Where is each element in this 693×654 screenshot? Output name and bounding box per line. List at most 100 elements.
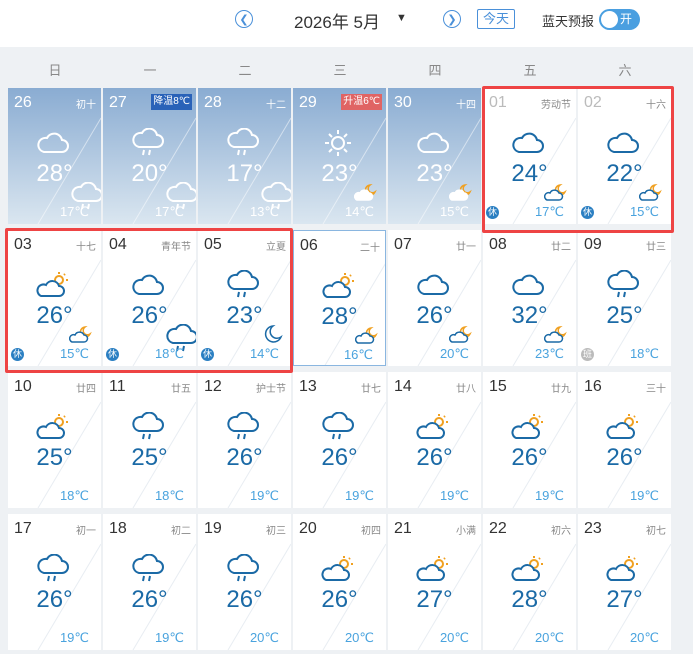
day-number: 13 bbox=[299, 378, 317, 395]
prev-month-button[interactable]: ❮ bbox=[235, 10, 253, 28]
sun-cloud-icon bbox=[321, 271, 357, 301]
day-number: 09 bbox=[584, 236, 602, 253]
lunar-date: 十七 bbox=[76, 242, 96, 253]
weekday-label: 日 bbox=[48, 63, 62, 78]
high-temperature: 26° bbox=[36, 586, 73, 613]
lunar-date: 初十 bbox=[76, 100, 96, 111]
day-number: 10 bbox=[14, 378, 32, 395]
year-month-title[interactable]: 2026年 5月 bbox=[294, 8, 380, 33]
holiday-mark: 休 bbox=[486, 206, 499, 219]
toggle-label: 开 bbox=[620, 12, 633, 26]
day-cell[interactable]: 05 立夏 23° 14℃ 休 bbox=[198, 230, 291, 366]
cloud-rain-icon bbox=[225, 411, 261, 442]
day-cell[interactable]: 11 廿五 25° 18℃ bbox=[103, 372, 196, 508]
day-number: 27 bbox=[109, 94, 127, 111]
toggle-knob bbox=[601, 11, 618, 28]
high-temperature: 28° bbox=[511, 586, 548, 613]
lunar-date: 小满 bbox=[456, 526, 476, 537]
low-temperature: 15℃ bbox=[59, 346, 89, 361]
calendar-grid: 日 一 二 三 四 五 六 26 初十 28° 17℃ 27 降温8℃ 20° 17℃ 28 十二… bbox=[0, 47, 693, 654]
weekday-label: 六 bbox=[618, 63, 632, 78]
day-number: 15 bbox=[489, 378, 507, 395]
day-number: 17 bbox=[14, 520, 32, 537]
cloud-icon bbox=[130, 270, 166, 300]
forecast-toggle[interactable]: 开 bbox=[599, 9, 640, 30]
sun-cloud-icon bbox=[415, 412, 451, 442]
day-cell[interactable]: 27 降温8℃ 20° 17℃ bbox=[103, 88, 196, 224]
low-temperature: 19℃ bbox=[534, 488, 564, 503]
low-temperature: 15℃ bbox=[439, 204, 469, 219]
weekday-label: 三 bbox=[333, 63, 347, 78]
lunar-date: 初六 bbox=[551, 526, 571, 537]
sun-cloud-icon bbox=[35, 412, 71, 442]
day-cell[interactable]: 17 初一 26° 19℃ bbox=[8, 514, 101, 650]
low-temperature: 14℃ bbox=[344, 204, 374, 219]
holiday-mark: 休 bbox=[11, 348, 24, 361]
lunar-date: 廿二 bbox=[551, 242, 571, 253]
day-cell[interactable]: 21 小满 27° 20℃ bbox=[388, 514, 481, 650]
day-cell[interactable]: 07 廿一 26° 20℃ bbox=[388, 230, 481, 366]
day-cell[interactable]: 10 廿四 25° 18℃ bbox=[8, 372, 101, 508]
temp-change-badge: 升温6℃ bbox=[341, 94, 382, 110]
low-temperature: 19℃ bbox=[439, 488, 469, 503]
lunar-date: 初二 bbox=[171, 526, 191, 537]
day-cell[interactable]: 01 劳动节 24° 17℃ 休 bbox=[483, 88, 576, 224]
day-cell[interactable]: 23 初七 27° 20℃ bbox=[578, 514, 671, 650]
low-temperature: 20℃ bbox=[439, 346, 469, 361]
high-temperature: 26° bbox=[416, 444, 453, 471]
low-temperature: 20℃ bbox=[439, 630, 469, 645]
moon-cloud-night-icon bbox=[354, 325, 379, 345]
high-temperature: 26° bbox=[606, 444, 643, 471]
lunar-date: 青年节 bbox=[161, 242, 191, 253]
day-cell[interactable]: 18 初二 26° 19℃ bbox=[103, 514, 196, 650]
today-button[interactable]: 今天 bbox=[477, 9, 515, 29]
day-cell[interactable]: 26 初十 28° 17℃ bbox=[8, 88, 101, 224]
sun-cloud-icon bbox=[35, 270, 71, 300]
day-cell[interactable]: 29 升温6℃ 23° 14℃ bbox=[293, 88, 386, 224]
weekday-label: 四 bbox=[428, 63, 442, 78]
day-cell[interactable]: 14 廿八 26° 19℃ bbox=[388, 372, 481, 508]
day-cell[interactable]: 08 廿二 32° 23℃ bbox=[483, 230, 576, 366]
day-number: 20 bbox=[299, 520, 317, 537]
low-temperature: 14℃ bbox=[249, 346, 279, 361]
day-cell[interactable]: 13 廿七 26° 19℃ bbox=[293, 372, 386, 508]
lunar-date: 劳动节 bbox=[541, 100, 571, 111]
day-cell[interactable]: 30 十四 23° 15℃ bbox=[388, 88, 481, 224]
lunar-date: 廿九 bbox=[551, 384, 571, 395]
day-cell[interactable]: 12 护士节 26° 19℃ bbox=[198, 372, 291, 508]
day-cell[interactable]: 16 三十 26° 19℃ bbox=[578, 372, 671, 508]
moon-night-icon bbox=[259, 324, 283, 344]
day-cell[interactable]: 28 十二 17° 13℃ bbox=[198, 88, 291, 224]
lunar-date: 初一 bbox=[76, 526, 96, 537]
cloud-rain-icon bbox=[130, 553, 166, 584]
cloud-rain-icon bbox=[225, 127, 261, 158]
lunar-date: 十六 bbox=[646, 100, 666, 111]
high-temperature: 25° bbox=[606, 302, 643, 329]
day-cell[interactable]: 22 初六 28° 20℃ bbox=[483, 514, 576, 650]
lunar-date: 护士节 bbox=[256, 384, 286, 395]
cloud-rain-icon bbox=[225, 553, 261, 584]
day-cell[interactable]: 06 二十 28° 16℃ bbox=[293, 230, 386, 366]
low-temperature: 19℃ bbox=[154, 630, 184, 645]
high-temperature: 27° bbox=[606, 586, 643, 613]
day-cell[interactable]: 15 廿九 26° 19℃ bbox=[483, 372, 576, 508]
day-number: 30 bbox=[394, 94, 412, 111]
sun-cloud-icon bbox=[320, 554, 356, 584]
day-cell[interactable]: 19 初三 26° 20℃ bbox=[198, 514, 291, 650]
lunar-date: 立夏 bbox=[266, 242, 286, 253]
sun-cloud-icon bbox=[510, 412, 546, 442]
sun-cloud-icon bbox=[510, 554, 546, 584]
high-temperature: 26° bbox=[511, 444, 548, 471]
high-temperature: 26° bbox=[131, 586, 168, 613]
day-cell[interactable]: 02 十六 22° 15℃ 休 bbox=[578, 88, 671, 224]
cloud-icon bbox=[510, 270, 546, 300]
day-cell[interactable]: 03 十七 26° 15℃ 休 bbox=[8, 230, 101, 366]
day-cell[interactable]: 09 廿三 25° 18℃ 班 bbox=[578, 230, 671, 366]
next-month-button[interactable]: ❯ bbox=[443, 10, 461, 28]
day-cell[interactable]: 20 初四 26° 20℃ bbox=[293, 514, 386, 650]
day-number: 02 bbox=[584, 94, 602, 111]
sun-icon bbox=[320, 128, 356, 158]
weekday-label: 一 bbox=[143, 63, 157, 78]
month-dropdown-caret-icon[interactable]: ▼ bbox=[396, 12, 407, 24]
day-cell[interactable]: 04 青年节 26° 18℃ 休 bbox=[103, 230, 196, 366]
